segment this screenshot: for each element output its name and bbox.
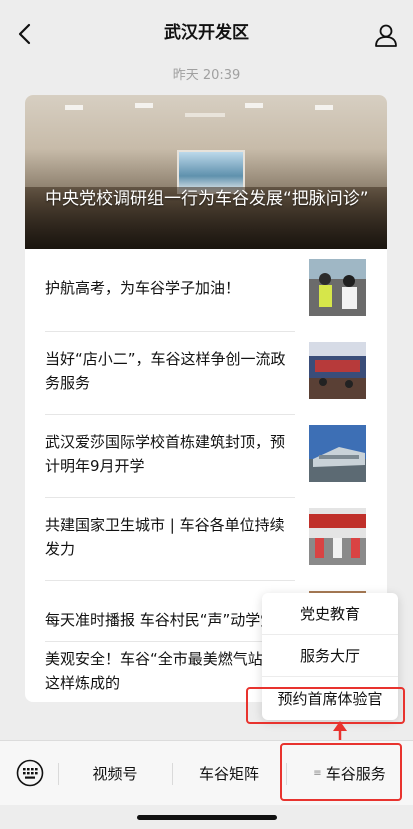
service-submenu: 党史教育 服务大厅 预约首席体验官 (262, 593, 398, 720)
thumbnail-image (309, 342, 366, 399)
menu-chegu-services-label: 车谷服务 (325, 765, 386, 783)
list-item-title: 共建国家卫生城市 | 车谷各单位持续发力 (45, 515, 285, 558)
list-item-title: 护航高考，为车谷学子加油！ (45, 278, 241, 297)
list-item-title: 当好“店小二”，车谷这样争创一流政务服务 (45, 349, 286, 392)
menu-chegu-services[interactable]: ≡ 车谷服务 (286, 741, 413, 806)
hero-article[interactable]: 中央党校调研组一行为车谷发展“把脉问诊” (25, 95, 387, 249)
ceiling-lights-image (65, 103, 333, 117)
thumbnail-image (309, 425, 366, 482)
thumbnail-image (309, 259, 366, 316)
message-timestamp: 昨天 20:39 (172, 68, 241, 83)
list-item-title: 武汉爱莎国际学校首栋建筑封顶，预计明年9月开学 (45, 432, 286, 475)
hero-title: 中央党校调研组一行为车谷发展“把脉问诊” (45, 189, 369, 209)
menu-video-channel[interactable]: 视频号 (58, 741, 172, 806)
list-item[interactable]: 护航高考，为车谷学子加油！ (45, 249, 366, 326)
submenu-item-service-hall[interactable]: 服务大厅 (262, 635, 398, 677)
thumbnail-image (309, 508, 366, 565)
bottom-menu-bar: 视频号 车谷矩阵 ≡ 车谷服务 (0, 740, 413, 805)
list-item[interactable]: 武汉爱莎国际学校首栋建筑封顶，预计明年9月开学 (45, 415, 366, 492)
page-title: 武汉开发区 (164, 22, 249, 43)
home-indicator (137, 815, 277, 820)
list-item[interactable]: 共建国家卫生城市 | 车谷各单位持续发力 (45, 498, 366, 575)
navigation-bar: 武汉开发区 (0, 0, 413, 60)
menu-chegu-matrix[interactable]: 车谷矩阵 (172, 741, 286, 806)
submenu-item-chief-experience-officer[interactable]: 预约首席体验官 (262, 677, 398, 719)
list-item-title: 美观安全！车谷“全市最美燃气站”是这样炼成的 (45, 650, 286, 692)
keyboard-icon[interactable] (16, 759, 44, 787)
list-item[interactable]: 当好“店小二”，车谷这样争创一流政务服务 (45, 332, 366, 409)
user-icon[interactable] (373, 22, 399, 48)
menu-lines-icon: ≡ (313, 768, 322, 779)
chevron-left-icon[interactable] (14, 22, 38, 46)
submenu-item-party-history[interactable]: 党史教育 (262, 593, 398, 635)
